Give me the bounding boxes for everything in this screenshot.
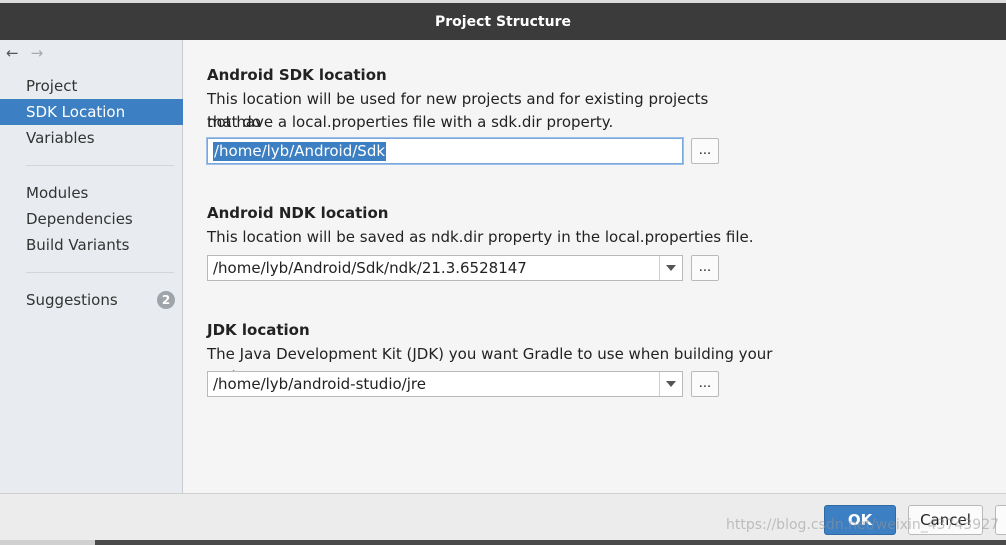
sdk-description-line2: not have a local.properties file with a … [207, 113, 614, 131]
dialog-title: Project Structure [435, 13, 571, 30]
sidebar-item-sdk-location[interactable]: SDK Location [0, 99, 183, 125]
ndk-browse-button[interactable]: ... [691, 255, 719, 281]
ndk-path-value: /home/lyb/Android/Sdk/ndk/21.3.6528147 [213, 259, 527, 277]
sidebar-item-project[interactable]: Project [0, 73, 183, 99]
chevron-down-icon[interactable] [659, 372, 682, 396]
sdk-path-value: /home/lyb/Android/Sdk [213, 142, 387, 161]
back-arrow-icon[interactable]: ← [6, 45, 19, 61]
forward-arrow-icon[interactable]: → [31, 45, 44, 61]
sdk-browse-button[interactable]: ... [691, 138, 719, 164]
ndk-section-title: Android NDK location [207, 204, 389, 222]
jdk-path-value: /home/lyb/android-studio/jre [213, 375, 426, 393]
sidebar-divider [26, 272, 174, 273]
sdk-location-panel: Android SDK location This location will … [183, 40, 1006, 493]
ndk-description: This location will be saved as ndk.dir p… [207, 228, 754, 246]
sdk-section-title: Android SDK location [207, 66, 387, 84]
sidebar-item-variables[interactable]: Variables [0, 125, 183, 151]
chevron-down-icon[interactable] [659, 256, 682, 280]
project-structure-dialog: Project Structure ← → Project SDK Locati… [0, 0, 1006, 545]
ndk-path-combobox[interactable]: /home/lyb/Android/Sdk/ndk/21.3.6528147 [207, 255, 683, 281]
jdk-section-title: JDK location [207, 321, 310, 339]
watermark: https://blog.csdn.net/weixin_43743927 [726, 517, 1000, 533]
jdk-path-combobox[interactable]: /home/lyb/android-studio/jre [207, 371, 683, 397]
sidebar-item-build-variants[interactable]: Build Variants [0, 232, 183, 258]
sidebar-item-suggestions[interactable]: Suggestions [0, 287, 183, 313]
jdk-browse-button[interactable]: ... [691, 371, 719, 397]
nav-arrows: ← → [6, 45, 43, 61]
bottom-strip-dark [95, 540, 1006, 545]
sidebar-divider [26, 165, 174, 166]
sidebar-item-modules[interactable]: Modules [0, 180, 183, 206]
sdk-path-input[interactable]: /home/lyb/Android/Sdk [207, 138, 683, 164]
sidebar-item-dependencies[interactable]: Dependencies [0, 206, 183, 232]
suggestions-count-badge: 2 [157, 291, 175, 309]
title-bar: Project Structure [0, 0, 1006, 40]
sidebar: ← → Project SDK Location Variables Modul… [0, 40, 183, 493]
